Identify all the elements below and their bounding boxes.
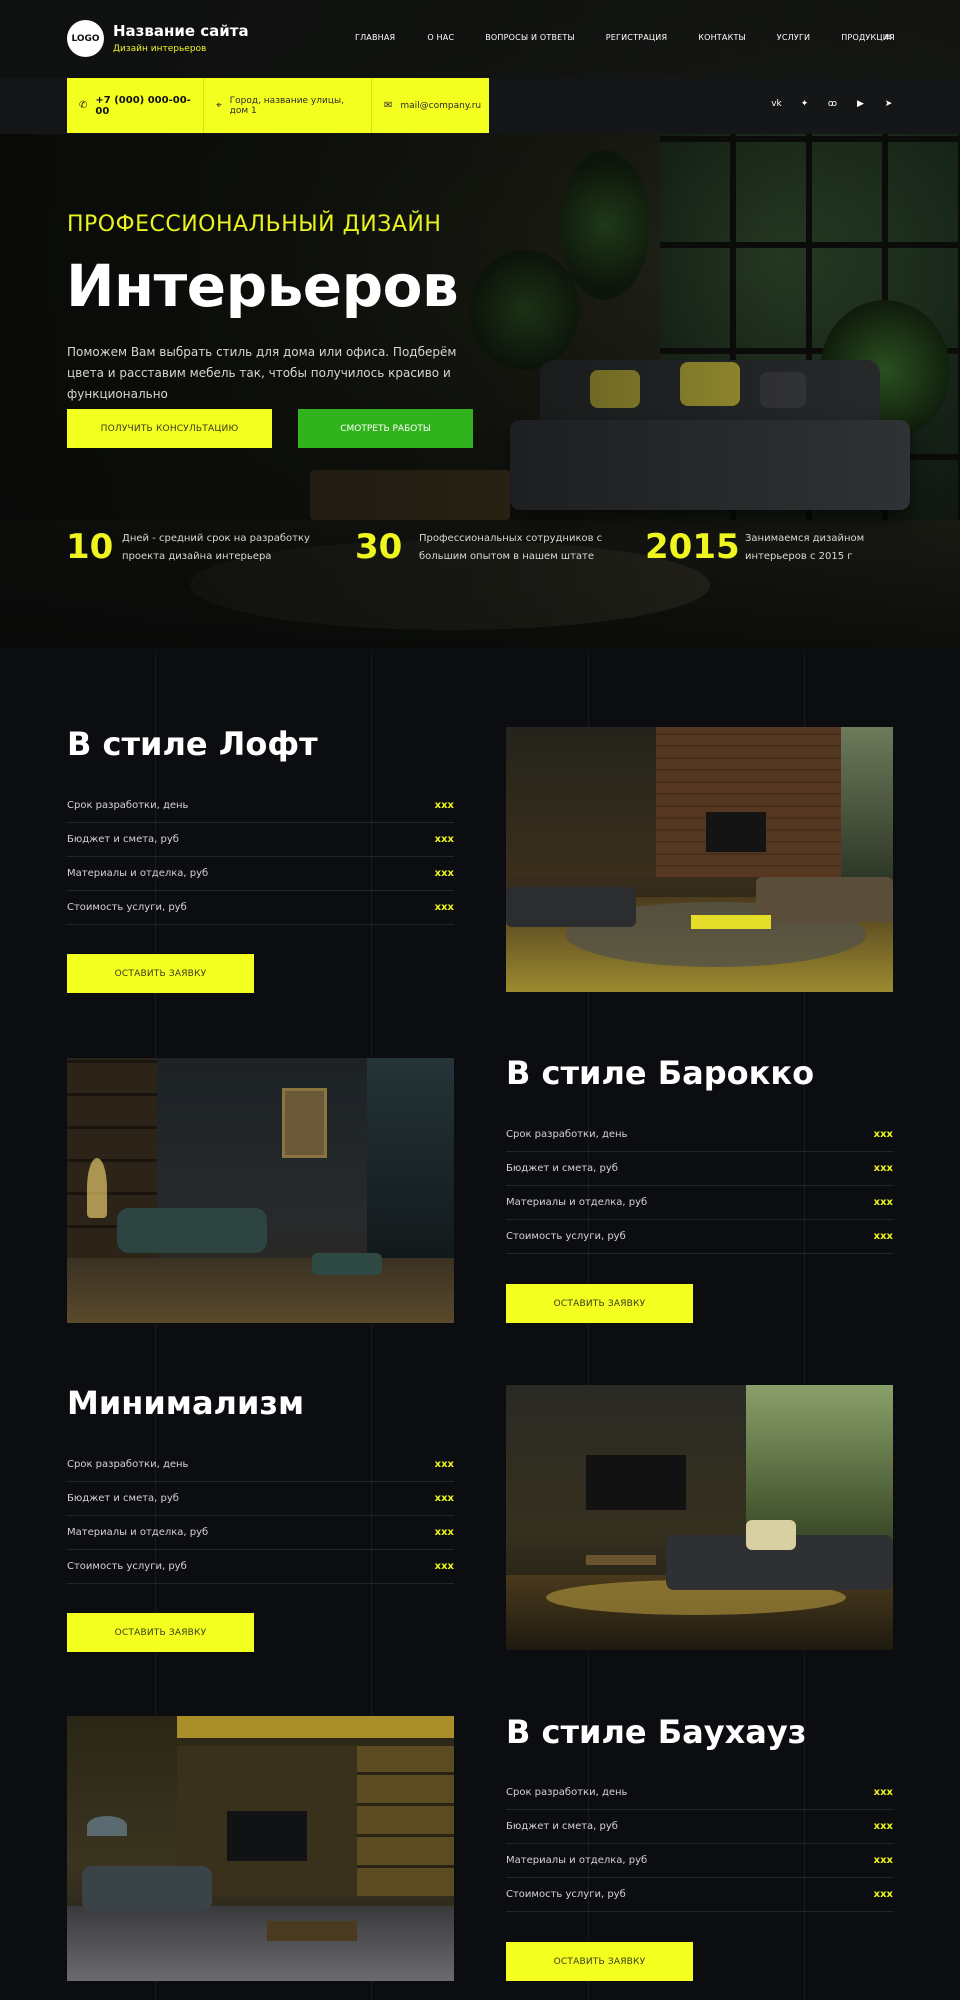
mail-icon: ✉	[384, 100, 393, 111]
section-title-minimalism: Минимализм	[67, 1384, 305, 1422]
contact-bar: ✆ +7 (000) 000-00-00 ⌖ Город, название у…	[67, 78, 489, 133]
social-links: vk ✦ ꝏ ▶ ➤	[770, 99, 895, 109]
table-row: Материалы и отделка, руб xxx	[67, 857, 454, 891]
table-row: Срок разработки, день xxx	[506, 1776, 893, 1810]
table-row: Срок разработки, день xxx	[506, 1118, 893, 1152]
row-value: xxx	[434, 1561, 454, 1572]
bauhaus-interior-image	[67, 1716, 454, 1981]
section-title-loft: В стиле Лофт	[67, 725, 318, 763]
table-row: Бюджет и смета, руб xxx	[506, 1810, 893, 1844]
row-label: Материалы и отделка, руб	[506, 1197, 648, 1208]
address-text: Город, название улицы, дом 1	[229, 95, 344, 116]
request-button-loft[interactable]: ОСТАВИТЬ ЗАЯВКУ	[67, 954, 254, 993]
table-row: Бюджет и смета, руб xxx	[67, 823, 454, 857]
phone-text: +7 (000) 000-00-00	[95, 94, 191, 117]
row-value: xxx	[434, 834, 454, 845]
table-row: Материалы и отделка, руб xxx	[506, 1186, 893, 1220]
row-value: xxx	[434, 1459, 454, 1470]
baroque-interior-image	[67, 1058, 454, 1323]
row-value: xxx	[434, 868, 454, 879]
request-button-minimalism[interactable]: ОСТАВИТЬ ЗАЯВКУ	[67, 1613, 254, 1652]
youtube-icon[interactable]: ▶	[854, 99, 867, 109]
row-label: Бюджет и смета, руб	[506, 1821, 618, 1832]
stat-text: Профессиональных сотрудников с большим о…	[419, 533, 603, 562]
row-label: Срок разработки, день	[67, 800, 189, 811]
view-works-button[interactable]: СМОТРЕТЬ РАБОТЫ	[298, 409, 473, 448]
address-contact[interactable]: ⌖ Город, название улицы, дом 1	[204, 78, 372, 133]
loft-interior-image	[506, 727, 893, 992]
table-row: Стоимость услуги, руб xxx	[506, 1220, 893, 1254]
hero-description: Поможем Вам выбрать стиль для дома или о…	[67, 345, 457, 401]
row-value: xxx	[873, 1197, 893, 1208]
email-text: mail@company.ru	[400, 100, 482, 111]
row-value: xxx	[873, 1129, 893, 1140]
table-row: Стоимость услуги, руб xxx	[67, 1550, 454, 1584]
table-row: Бюджет и смета, руб xxx	[67, 1482, 454, 1516]
row-value: xxx	[434, 800, 454, 811]
row-label: Бюджет и смета, руб	[67, 1493, 179, 1504]
row-label: Материалы и отделка, руб	[67, 868, 209, 879]
main-nav: ГЛАВНАЯ О НАС ВОПРОСЫ И ОТВЕТЫ РЕГИСТРАЦ…	[355, 33, 895, 42]
odnoklassniki-icon[interactable]: ꝏ	[826, 99, 839, 109]
vk-icon[interactable]: vk	[770, 99, 783, 109]
row-label: Бюджет и смета, руб	[67, 834, 179, 845]
section-title-bauhaus: В стиле Баухауз	[506, 1713, 807, 1751]
table-row: Срок разработки, день xxx	[67, 789, 454, 823]
consult-button[interactable]: ПОЛУЧИТЬ КОНСУЛЬТАЦИЮ	[67, 409, 272, 448]
row-value: xxx	[873, 1787, 893, 1798]
section-title-baroque: В стиле Барокко	[506, 1054, 815, 1092]
row-label: Материалы и отделка, руб	[506, 1855, 648, 1866]
row-value: xxx	[434, 1527, 454, 1538]
twitter-icon[interactable]: ✦	[798, 99, 811, 109]
nav-item-faq[interactable]: ВОПРОСЫ И ОТВЕТЫ	[485, 33, 575, 42]
email-contact[interactable]: ✉ mail@company.ru	[372, 78, 489, 133]
row-label: Материалы и отделка, руб	[67, 1527, 209, 1538]
stat-number: 30	[355, 527, 403, 567]
table-row: Стоимость услуги, руб xxx	[67, 891, 454, 925]
row-label: Стоимость услуги, руб	[506, 1889, 626, 1900]
site-title[interactable]: Название сайта	[113, 22, 249, 40]
table-row: Материалы и отделка, руб xxx	[67, 1516, 454, 1550]
location-pin-icon: ⌖	[216, 100, 222, 111]
nav-item-register[interactable]: РЕГИСТРАЦИЯ	[606, 33, 667, 42]
hero-eyebrow: ПРОФЕССИОНАЛЬНЫЙ ДИЗАЙН	[67, 212, 442, 237]
phone-icon: ✆	[79, 100, 88, 111]
row-label: Бюджет и смета, руб	[506, 1163, 618, 1174]
row-value: xxx	[873, 1855, 893, 1866]
nav-item-services[interactable]: УСЛУГИ	[777, 33, 810, 42]
stat-number: 2015	[645, 527, 740, 567]
table-row: Срок разработки, день xxx	[67, 1448, 454, 1482]
row-label: Стоимость услуги, руб	[67, 1561, 187, 1572]
minimalism-interior-image	[506, 1385, 893, 1650]
row-label: Срок разработки, день	[506, 1787, 628, 1798]
telegram-icon[interactable]: ➤	[882, 99, 895, 109]
row-label: Срок разработки, день	[506, 1129, 628, 1140]
request-button-bauhaus[interactable]: ОСТАВИТЬ ЗАЯВКУ	[506, 1942, 693, 1981]
logo[interactable]: LOGO	[67, 20, 104, 57]
menu-icon[interactable]: ≡	[884, 32, 892, 43]
row-value: xxx	[873, 1889, 893, 1900]
nav-item-about[interactable]: О НАС	[427, 33, 454, 42]
row-value: xxx	[873, 1821, 893, 1832]
row-label: Стоимость услуги, руб	[67, 902, 187, 913]
stat-number: 10	[66, 527, 114, 567]
row-value: xxx	[434, 1493, 454, 1504]
nav-item-contacts[interactable]: КОНТАКТЫ	[698, 33, 746, 42]
request-button-baroque[interactable]: ОСТАВИТЬ ЗАЯВКУ	[506, 1284, 693, 1323]
table-row: Стоимость услуги, руб xxx	[506, 1878, 893, 1912]
hero-title: Интерьеров	[66, 252, 459, 320]
row-label: Стоимость услуги, руб	[506, 1231, 626, 1242]
site-subtitle: Дизайн интерьеров	[113, 44, 207, 54]
row-label: Срок разработки, день	[67, 1459, 189, 1470]
phone-contact[interactable]: ✆ +7 (000) 000-00-00	[67, 78, 204, 133]
stat-text: Дней - средний срок на разработку проект…	[122, 533, 310, 562]
nav-item-home[interactable]: ГЛАВНАЯ	[355, 33, 395, 42]
row-value: xxx	[434, 902, 454, 913]
table-row: Материалы и отделка, руб xxx	[506, 1844, 893, 1878]
row-value: xxx	[873, 1163, 893, 1174]
row-value: xxx	[873, 1231, 893, 1242]
table-row: Бюджет и смета, руб xxx	[506, 1152, 893, 1186]
stat-text: Занимаемся дизайном интерьеров с 2015 г	[745, 533, 865, 562]
